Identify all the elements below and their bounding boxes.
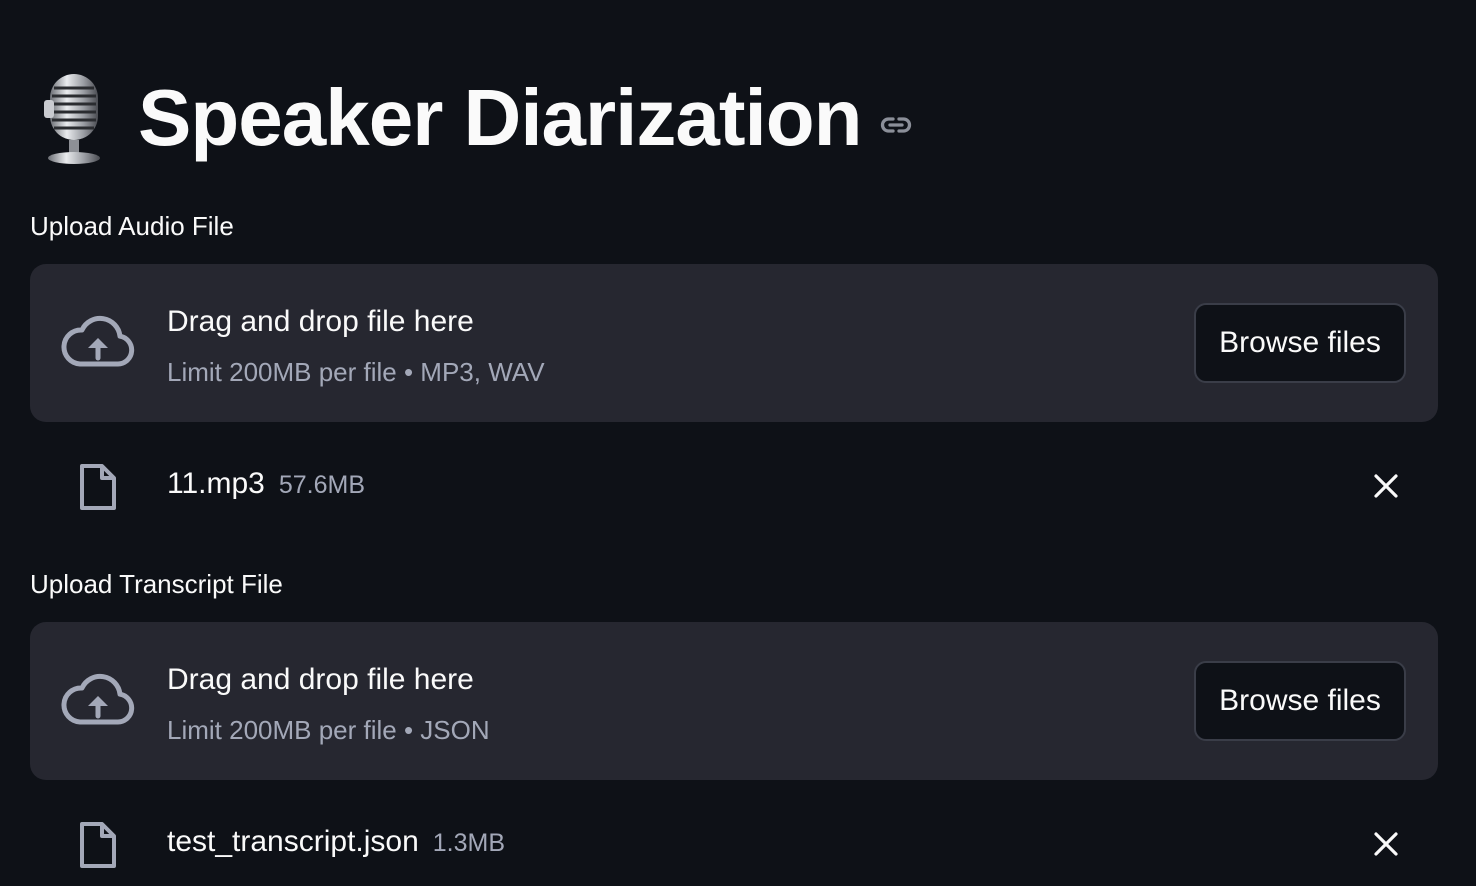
uploader-label: Upload Transcript File <box>30 569 283 599</box>
file-icon <box>80 464 116 510</box>
dropzone-title: Drag and drop file here <box>167 663 474 696</box>
cloud-upload-icon <box>61 315 135 367</box>
cloud-upload-icon <box>61 673 135 725</box>
app-page: Speaker Diarization Upload Audio File Dr… <box>0 0 1476 886</box>
uploaded-file-name: test_transcript.json <box>167 825 419 858</box>
uploaded-file-info: 11.mp3 57.6MB <box>167 464 365 505</box>
studio-microphone-icon <box>44 74 100 164</box>
browse-files-button[interactable]: Browse files <box>1194 661 1406 741</box>
remove-file-close-icon[interactable] <box>1372 830 1400 858</box>
link-icon[interactable] <box>878 107 914 143</box>
dropzone[interactable]: Drag and drop file here Limit 200MB per … <box>30 622 1438 780</box>
uploaded-file-size: 1.3MB <box>432 829 506 857</box>
audio-file-uploader: Upload Audio File Drag and drop file her… <box>30 208 1438 524</box>
dropzone-title: Drag and drop file here <box>167 305 474 338</box>
dropzone-limit: Limit 200MB per file • JSON <box>167 715 490 745</box>
transcript-file-uploader: Upload Transcript File Drag and drop fil… <box>30 566 1438 882</box>
uploaded-file-row: test_transcript.json 1.3MB <box>30 802 1438 882</box>
uploaded-file-row: 11.mp3 57.6MB <box>30 444 1438 524</box>
uploader-label: Upload Audio File <box>30 211 234 241</box>
browse-files-button[interactable]: Browse files <box>1194 303 1406 383</box>
uploaded-file-info: test_transcript.json 1.3MB <box>167 822 505 863</box>
uploaded-file-name: 11.mp3 <box>167 467 265 500</box>
dropzone-instructions: Drag and drop file here Limit 200MB per … <box>167 660 490 748</box>
uploaded-file-size: 57.6MB <box>278 471 366 499</box>
file-icon <box>80 822 116 868</box>
dropzone-instructions: Drag and drop file here Limit 200MB per … <box>167 302 545 390</box>
page-title: Speaker Diarization <box>138 73 862 162</box>
remove-file-close-icon[interactable] <box>1372 472 1400 500</box>
dropzone-limit: Limit 200MB per file • MP3, WAV <box>167 357 545 387</box>
page-header: Speaker Diarization <box>36 66 914 170</box>
dropzone[interactable]: Drag and drop file here Limit 200MB per … <box>30 264 1438 422</box>
